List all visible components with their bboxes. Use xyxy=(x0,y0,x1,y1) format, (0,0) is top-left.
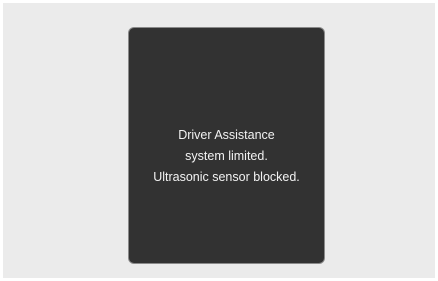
warning-message: Driver Assistance system limited. Ultras… xyxy=(153,125,300,188)
warning-message-line-1: Driver Assistance xyxy=(178,128,275,142)
screen-background: Driver Assistance system limited. Ultras… xyxy=(3,3,435,278)
warning-message-line-3: Ultrasonic sensor blocked. xyxy=(153,170,300,184)
warning-message-panel: Driver Assistance system limited. Ultras… xyxy=(129,28,324,263)
warning-message-line-2: system limited. xyxy=(185,149,268,163)
